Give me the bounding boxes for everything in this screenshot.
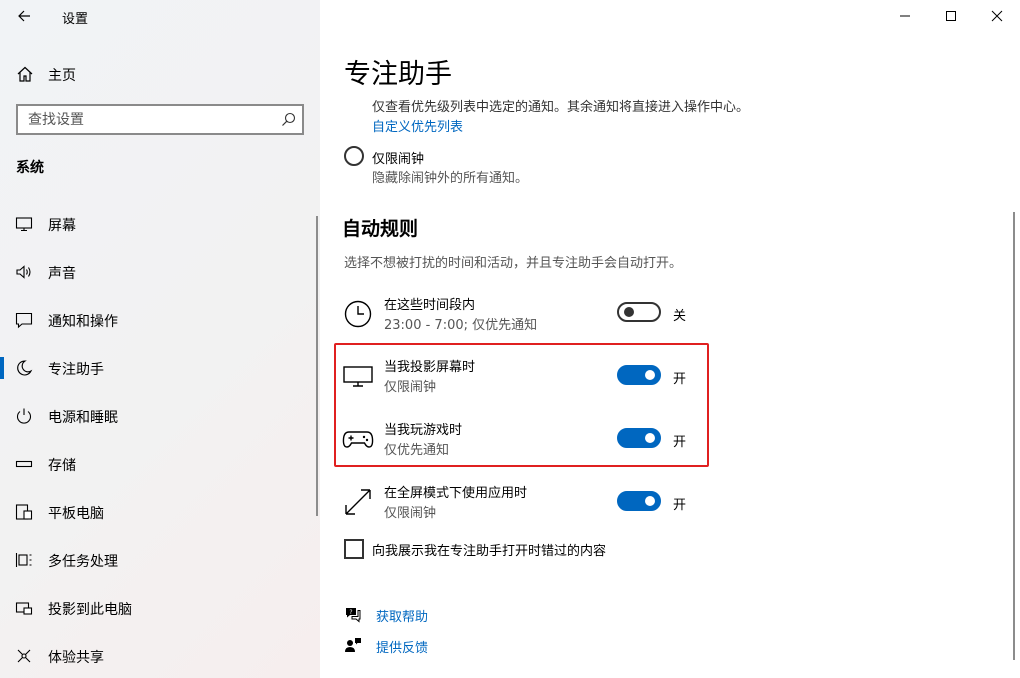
main-pane: 专注助手 仅查看优先级列表中选定的通知。其余通知将直接进入操作中心。 自定义优先… (320, 0, 1020, 678)
rule-time-toggle[interactable] (617, 302, 661, 322)
toggle-knob (645, 496, 655, 506)
show-missed-label: 向我展示我在专注助手打开时错过的内容 (372, 544, 607, 559)
search-icon[interactable] (281, 112, 296, 127)
project-icon (15, 602, 33, 615)
home-icon (17, 66, 33, 82)
sidebar-scrollbar[interactable] (316, 216, 318, 516)
rule-detail: 仅限闹钟 (384, 506, 437, 521)
home-label: 主页 (48, 68, 76, 84)
sidebar-item-label: 体验共享 (48, 650, 104, 666)
sidebar-item-storage[interactable]: 存储 (0, 444, 320, 484)
active-indicator (0, 357, 4, 379)
rule-name: 在这些时间段内 (384, 298, 476, 313)
sidebar-item-home[interactable]: 主页 (0, 56, 320, 90)
toggle-knob (624, 307, 634, 317)
multitask-icon (15, 553, 32, 567)
app-title: 设置 (62, 12, 89, 27)
rule-detail: 仅优先通知 (384, 443, 450, 458)
sidebar-item-label: 专注助手 (48, 362, 104, 378)
sidebar-item-label: 投影到此电脑 (48, 602, 132, 618)
sidebar-item-notifications[interactable]: 通知和操作 (0, 300, 320, 340)
svg-text:?: ? (349, 609, 352, 616)
sidebar-item-power[interactable]: 电源和睡眠 (0, 396, 320, 436)
auto-rules-title: 自动规则 (342, 218, 419, 240)
gamepad-icon (342, 431, 374, 448)
get-help-label: 获取帮助 (376, 610, 429, 625)
tablet-icon (15, 504, 33, 520)
give-feedback-label: 提供反馈 (376, 641, 429, 656)
auto-rules-description: 选择不想被打扰的时间和活动，并且专注助手会自动打开。 (344, 256, 683, 271)
minimize-icon (900, 15, 910, 17)
rule-playing-game[interactable]: 当我玩游戏时 仅优先通知 (342, 419, 722, 463)
sidebar-item-label: 电源和睡眠 (48, 410, 118, 426)
rule-fullscreen-toggle[interactable] (617, 491, 661, 511)
sidebar-item-project-to-pc[interactable]: 投影到此电脑 (0, 588, 320, 628)
rule-detail: 仅限闹钟 (384, 380, 437, 395)
moon-icon (17, 360, 33, 376)
sidebar-item-multitasking[interactable]: 多任务处理 (0, 540, 320, 580)
speaker-icon (16, 265, 31, 279)
clock-icon (344, 300, 372, 328)
priority-description: 仅查看优先级列表中选定的通知。其余通知将直接进入操作中心。 (372, 100, 750, 115)
rule-detail: 23:00 - 7:00; 仅优先通知 (384, 318, 538, 333)
rule-projecting-toggle[interactable] (617, 365, 661, 385)
help-chat-icon: ? (346, 608, 361, 623)
sidebar-item-label: 平板电脑 (48, 506, 104, 522)
close-icon (991, 10, 1003, 22)
maximize-icon (946, 11, 956, 21)
share-icon (17, 649, 31, 663)
rule-projecting-display[interactable]: 当我投影屏幕时 仅限闹钟 (342, 356, 722, 400)
toggle-state-label: 开 (673, 372, 687, 387)
sidebar-item-shared-experiences[interactable]: 体验共享 (0, 636, 320, 676)
sidebar-item-tablet[interactable]: 平板电脑 (0, 492, 320, 532)
toggle-knob (645, 370, 655, 380)
alarms-only-label: 仅限闹钟 (372, 152, 425, 167)
back-arrow-icon (18, 10, 30, 22)
search-box[interactable] (16, 104, 304, 135)
feedback-icon (345, 638, 361, 652)
power-icon (16, 408, 32, 424)
toggle-state-label: 开 (673, 498, 687, 513)
sidebar-item-label: 屏幕 (48, 218, 76, 234)
rule-name: 当我玩游戏时 (384, 423, 463, 438)
fullscreen-icon (345, 489, 371, 515)
sidebar-item-label: 多任务处理 (48, 554, 118, 570)
toggle-state-label: 开 (673, 435, 687, 450)
rule-gaming-toggle[interactable] (617, 428, 661, 448)
rule-name: 在全屏模式下使用应用时 (384, 486, 528, 501)
titlebar-left: 设置 (0, 0, 320, 32)
rule-during-these-times[interactable]: 在这些时间段内 23:00 - 7:00; 仅优先通知 (342, 294, 722, 338)
back-button[interactable] (10, 4, 38, 28)
sidebar-item-label: 存储 (48, 458, 76, 474)
maximize-button[interactable] (928, 0, 974, 32)
close-button[interactable] (974, 0, 1020, 32)
sidebar-item-focus-assist[interactable]: 专注助手 (0, 348, 320, 388)
minimize-button[interactable] (882, 0, 928, 32)
sidebar: 设置 主页 系统 屏幕 声音 通知和操作 (0, 0, 320, 678)
monitor-icon (343, 366, 373, 387)
sidebar-item-sound[interactable]: 声音 (0, 252, 320, 292)
page-title: 专注助手 (344, 59, 452, 90)
rule-full-screen-app[interactable]: 在全屏模式下使用应用时 仅限闹钟 (342, 482, 722, 526)
show-missed-checkbox[interactable] (344, 539, 364, 559)
notification-icon (15, 312, 33, 329)
search-input[interactable] (18, 106, 268, 133)
customize-priority-link[interactable]: 自定义优先列表 (372, 116, 463, 135)
rule-name: 当我投影屏幕时 (384, 360, 476, 375)
sidebar-item-display[interactable]: 屏幕 (0, 204, 320, 244)
sidebar-item-label: 通知和操作 (48, 314, 118, 330)
toggle-knob (645, 433, 655, 443)
alarms-only-description: 隐藏除闹钟外的所有通知。 (372, 171, 529, 186)
group-label-system: 系统 (16, 160, 44, 176)
monitor-icon (15, 217, 33, 232)
alarms-only-radio[interactable] (344, 146, 364, 166)
sidebar-item-label: 声音 (48, 266, 76, 282)
toggle-state-label: 关 (673, 309, 687, 324)
main-scrollbar[interactable] (1013, 212, 1015, 660)
storage-icon (15, 460, 33, 468)
